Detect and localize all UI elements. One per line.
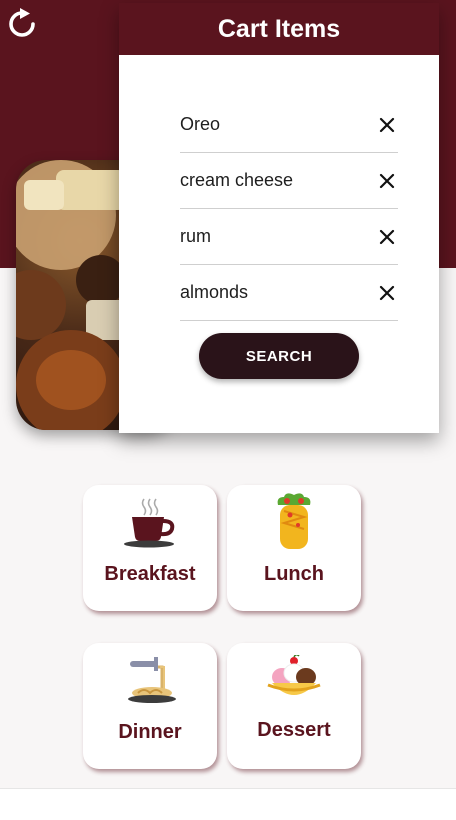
category-label: Lunch <box>264 563 324 585</box>
cart-item-name: cream cheese <box>180 170 294 190</box>
category-label: Dessert <box>257 719 331 741</box>
cart-item: Oreo <box>180 97 398 153</box>
remove-item-button[interactable] <box>376 282 398 304</box>
category-dessert[interactable]: Dessert <box>227 643 361 769</box>
cart-dialog-header: Cart Items <box>119 3 439 55</box>
refresh-icon[interactable] <box>6 8 38 40</box>
category-lunch[interactable]: Lunch <box>227 485 361 611</box>
cart-item: almonds <box>180 265 398 321</box>
category-label: Dinner <box>118 721 182 743</box>
coffee-cup-icon <box>122 497 178 554</box>
cart-item: cream cheese <box>180 153 398 209</box>
remove-item-button[interactable] <box>376 114 398 136</box>
remove-item-button[interactable] <box>376 170 398 192</box>
category-dinner[interactable]: Dinner <box>83 643 217 769</box>
search-button[interactable]: SEARCH <box>199 333 359 379</box>
bottom-strip <box>0 788 456 820</box>
spaghetti-icon <box>124 655 176 712</box>
cart-dialog-title: Cart Items <box>217 14 341 43</box>
close-icon <box>379 117 395 132</box>
close-icon <box>379 173 395 188</box>
close-icon <box>379 229 395 244</box>
remove-item-button[interactable] <box>376 226 398 248</box>
cart-item-list: Oreo cream cheese rum almonds <box>180 97 398 321</box>
close-icon <box>379 285 395 300</box>
cart-item-name: Oreo <box>180 114 221 134</box>
cart-item: rum <box>180 209 398 265</box>
banana-split-icon <box>266 653 322 712</box>
category-label: Breakfast <box>104 563 196 585</box>
cart-dialog: Cart Items Oreo cream cheese rum almonds… <box>119 3 439 433</box>
app-screen: Cart Items Oreo cream cheese rum almonds… <box>0 0 456 820</box>
cart-item-name: almonds <box>180 282 249 302</box>
cart-item-name: rum <box>180 226 211 246</box>
category-breakfast[interactable]: Breakfast <box>83 485 217 611</box>
burrito-icon <box>272 491 316 556</box>
